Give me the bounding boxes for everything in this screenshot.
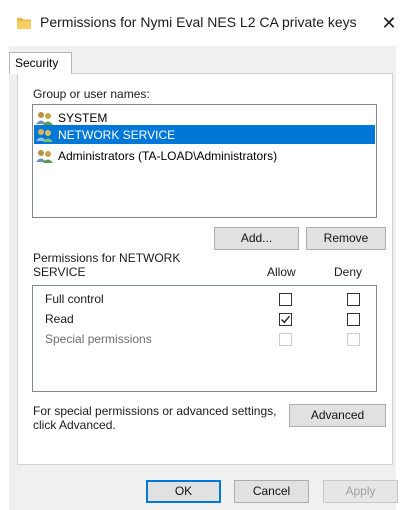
permission-row-read: Read: [45, 310, 375, 328]
advanced-button[interactable]: Advanced: [289, 404, 386, 427]
folder-icon: [17, 18, 31, 29]
window-title: Permissions for Nymi Eval NES L2 CA priv…: [40, 14, 357, 30]
list-item-network-service[interactable]: NETWORK SERVICE: [34, 125, 375, 144]
permission-row-special: Special permissions: [45, 330, 375, 348]
deny-column-header: Deny: [334, 265, 363, 279]
remove-button[interactable]: Remove: [306, 227, 386, 250]
checkmark-icon: [281, 315, 291, 324]
permission-name: Special permissions: [45, 332, 152, 346]
users-icon: [36, 149, 53, 163]
user-name: SYSTEM: [58, 110, 108, 125]
permissions-heading-line2: SERVICE: [33, 265, 86, 279]
add-button[interactable]: Add...: [214, 227, 299, 250]
group-names-label: Group or user names:: [33, 87, 150, 101]
list-item-administrators[interactable]: Administrators (TA-LOAD\Administrators): [34, 146, 375, 165]
user-name: Administrators (TA-LOAD\Administrators): [58, 148, 278, 163]
title-bar[interactable]: Permissions for Nymi Eval NES L2 CA priv…: [0, 0, 405, 46]
allow-checkbox-full-control[interactable]: [279, 293, 292, 306]
deny-checkbox-full-control[interactable]: [347, 293, 360, 306]
permissions-heading-line1: Permissions for NETWORK: [33, 251, 181, 265]
permissions-list: Full control Read Special permissions: [32, 285, 377, 392]
deny-checkbox-read[interactable]: [347, 313, 360, 326]
permission-row-full-control: Full control: [45, 290, 375, 308]
advanced-hint-line2: click Advanced.: [33, 418, 116, 432]
apply-button: Apply: [323, 480, 398, 503]
permissions-dialog: Permissions for Nymi Eval NES L2 CA priv…: [0, 0, 405, 510]
permission-name: Full control: [45, 292, 104, 306]
allow-checkbox-special: [279, 333, 292, 346]
deny-checkbox-special: [347, 333, 360, 346]
cancel-button[interactable]: Cancel: [234, 480, 309, 503]
users-icon: [36, 111, 53, 125]
allow-column-header: Allow: [267, 265, 296, 279]
user-name: NETWORK SERVICE: [58, 127, 176, 142]
users-icon: [36, 128, 53, 142]
tab-security[interactable]: Security: [9, 52, 72, 74]
permission-name: Read: [45, 312, 74, 326]
advanced-hint-line1: For special permissions or advanced sett…: [33, 404, 277, 418]
user-listbox[interactable]: SYSTEM NETWORK SERVICE Administrators (T…: [32, 104, 377, 218]
allow-checkbox-read[interactable]: [279, 313, 292, 326]
close-button[interactable]: ✕: [376, 8, 402, 38]
ok-button[interactable]: OK: [146, 480, 221, 503]
